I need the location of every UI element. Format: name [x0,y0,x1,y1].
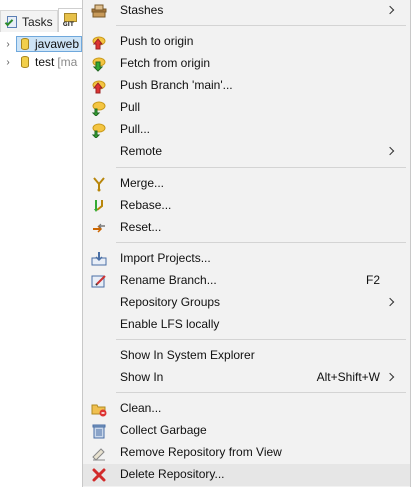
menu-item-rebase[interactable]: Rebase... [83,195,410,217]
menu-separator [116,339,406,340]
menu-item-label: Enable LFS locally [120,317,220,331]
menu-item-label: Rename Branch... [120,273,217,287]
merge-icon [91,176,107,192]
push-branch-icon [91,78,107,94]
menu-item-label: Delete Repository... [120,467,225,481]
menu-item-repository-groups[interactable]: Repository Groups [83,292,410,314]
menu-separator [116,392,406,393]
menu-separator [116,242,406,243]
branch-label: [ma [57,55,78,69]
submenu-arrow-icon [386,294,396,310]
context-menu: Stashes Push to origin Fetch from origin… [82,0,411,487]
expand-chevron-icon[interactable]: › [0,57,16,68]
tab-tasks[interactable]: Tasks [0,10,58,32]
submenu-arrow-icon [386,369,396,385]
menu-item-merge[interactable]: Merge... [83,173,410,195]
menu-item-label: Pull... [120,122,151,136]
tasks-icon [4,15,19,29]
tree-item-label: test [35,55,55,69]
submenu-arrow-icon [386,143,396,159]
menu-item-remote[interactable]: Remote [83,141,410,163]
tree-item-label: javaweb [35,37,80,51]
menu-item-label: Remove Repository from View [120,445,282,459]
shortcut-label: F2 [365,273,380,287]
menu-item-remove-repository[interactable]: Remove Repository from View [83,442,410,464]
menu-item-push-branch[interactable]: Push Branch 'main'... [83,75,410,97]
menu-item-show-in-system-explorer[interactable]: Show In System Explorer [83,345,410,367]
menu-item-rename-branch[interactable]: Rename Branch... F2 [83,270,410,292]
rebase-icon [91,198,107,214]
repository-tree: › javaweb › test [ma [0,33,90,71]
menu-item-label: Import Projects... [120,251,211,265]
collect-garbage-icon [91,423,107,439]
push-icon [91,34,107,50]
menu-item-label: Show In [120,370,164,384]
repository-icon [19,37,31,51]
fetch-icon [91,56,107,72]
menu-item-label: Push Branch 'main'... [120,78,233,92]
menu-item-delete-repository[interactable]: Delete Repository... [83,464,410,486]
expand-chevron-icon[interactable]: › [0,39,16,50]
menu-separator [116,167,406,168]
menu-item-label: Pull [120,100,141,114]
rename-branch-icon [91,273,107,289]
menu-item-fetch-from-origin[interactable]: Fetch from origin [83,53,410,75]
clean-icon [91,401,107,417]
menu-item-label: Collect Garbage [120,423,207,437]
menu-item-show-in[interactable]: Show In Alt+Shift+W [83,367,410,389]
menu-item-import-projects[interactable]: Import Projects... [83,248,410,270]
menu-item-label: Rebase... [120,198,172,212]
tree-item-javaweb[interactable]: › javaweb [0,35,90,53]
menu-item-collect-garbage[interactable]: Collect Garbage [83,420,410,442]
tab-git-repositories[interactable]: GIT [57,8,84,32]
tab-tasks-label: Tasks [22,14,53,29]
stashes-icon [91,3,107,19]
pull-icon [91,100,107,116]
menu-item-label: Stashes [120,3,164,17]
menu-item-label: Push to origin [120,34,194,48]
menu-item-reset[interactable]: Reset... [83,217,410,239]
menu-item-label: Repository Groups [120,295,221,309]
pull-dialog-icon [91,122,107,138]
menu-item-label: Merge... [120,176,165,190]
delete-icon [91,467,107,483]
menu-item-pull-dialog[interactable]: Pull... [83,119,410,141]
menu-item-pull[interactable]: Pull [83,97,410,119]
import-projects-icon [91,251,107,267]
menu-item-label: Fetch from origin [120,56,211,70]
repository-icon [19,55,31,69]
menu-item-enable-lfs[interactable]: Enable LFS locally [83,314,410,336]
submenu-arrow-icon [386,2,396,18]
menu-item-label: Reset... [120,220,162,234]
git-repositories-icon: GIT [63,12,79,29]
view-tab-bar: Tasks GIT [0,8,90,32]
menu-separator [116,25,406,26]
remove-repository-icon [91,445,107,461]
menu-item-clean[interactable]: Clean... [83,398,410,420]
menu-item-label: Remote [120,144,163,158]
shortcut-label: Alt+Shift+W [316,370,380,384]
reset-icon [91,220,107,236]
menu-item-label: Clean... [120,401,162,415]
menu-item-stashes[interactable]: Stashes [83,0,410,22]
menu-item-label: Show In System Explorer [120,348,255,362]
menu-item-push-to-origin[interactable]: Push to origin [83,31,410,53]
tree-item-test[interactable]: › test [ma [0,53,90,71]
